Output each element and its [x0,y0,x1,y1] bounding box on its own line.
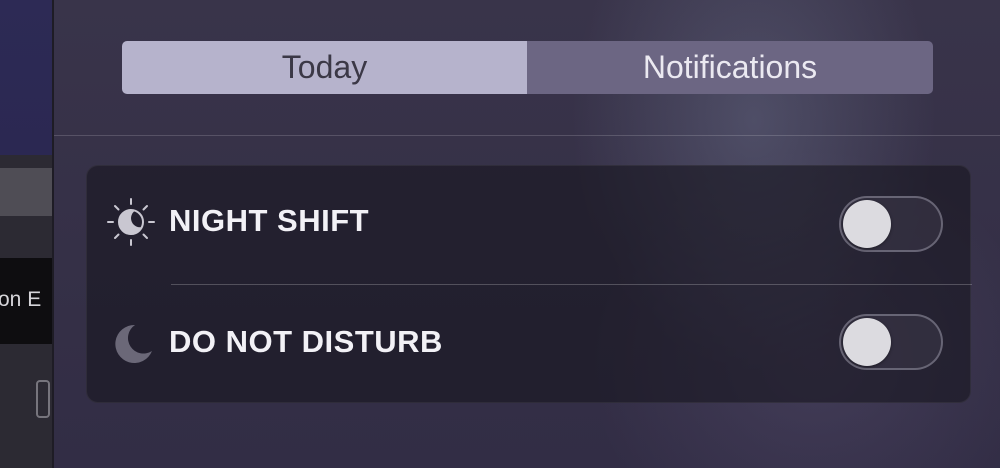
tab-today[interactable]: Today [122,41,527,94]
tab-today-label: Today [281,49,368,85]
background-clip-icon [36,380,50,418]
controls-card: NIGHT SHIFT DO NOT DISTURB [86,165,972,403]
tab-notifications-label: Notifications [642,49,818,85]
tab-notifications[interactable]: Notifications [527,41,933,94]
background-partial-label: on E [0,288,42,311]
today-notifications-segmented-control: Today Notifications [122,41,933,94]
do-not-disturb-row: DO NOT DISTURB [87,285,972,402]
notification-center-panel: Today Notifications NIGHT SHIFT DO NOT D… [52,0,1000,468]
night-shift-toggle-knob [843,200,891,248]
background-toolbar [0,168,52,216]
panel-header: Today Notifications [54,0,1000,136]
moon-icon [105,317,157,369]
do-not-disturb-label: DO NOT DISTURB [169,324,443,359]
night-shift-icon [105,196,157,248]
do-not-disturb-toggle[interactable] [839,314,943,370]
night-shift-row: NIGHT SHIFT [87,166,972,283]
do-not-disturb-toggle-knob [843,318,891,366]
night-shift-toggle[interactable] [839,196,943,252]
background-partial-text [0,238,52,256]
background-window-header [0,0,52,155]
night-shift-label: NIGHT SHIFT [169,203,370,238]
background-app-window: on E [0,0,52,468]
